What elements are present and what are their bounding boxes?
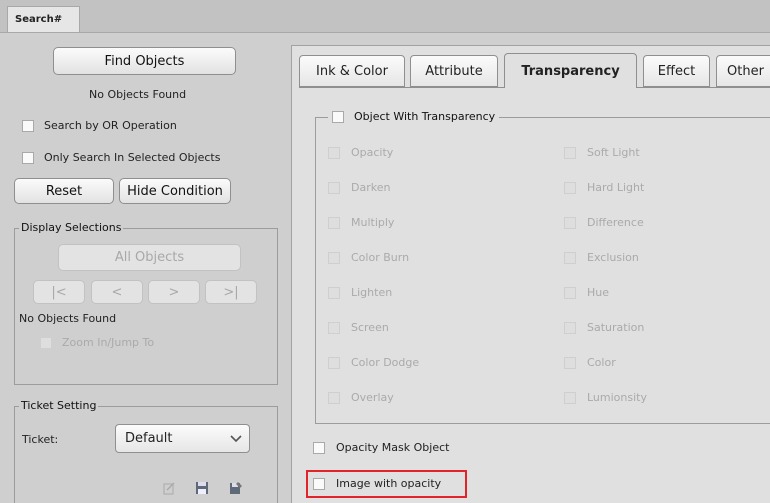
blend-mode-label: Exclusion — [587, 251, 639, 264]
blend-mode-checkbox[interactable] — [328, 147, 340, 159]
tab-strip — [0, 0, 770, 33]
blend-mode-label: Hard Light — [587, 181, 645, 194]
blend-mode-checkbox[interactable] — [328, 182, 340, 194]
blend-mode-checkbox[interactable] — [564, 287, 576, 299]
blend-mode-checkbox[interactable] — [564, 217, 576, 229]
blend-mode-label: Lighten — [351, 286, 393, 299]
blend-mode-label: Hue — [587, 286, 610, 299]
opacity-mask-checkbox[interactable] — [313, 442, 325, 454]
opacity-mask-label: Opacity Mask Object — [336, 441, 450, 454]
blend-mode-checkbox[interactable] — [564, 392, 576, 404]
zoom-checkbox[interactable] — [40, 337, 52, 349]
blend-mode-checkbox[interactable] — [328, 392, 340, 404]
ticket-setting-title: Ticket Setting — [19, 399, 99, 412]
display-status: No Objects Found — [19, 312, 117, 325]
blend-mode-label: Color Burn — [351, 251, 410, 264]
image-opacity-checkbox[interactable] — [313, 478, 325, 490]
nav-last-button[interactable]: >| — [205, 280, 257, 304]
object-transparency-label: Object With Transparency — [354, 110, 496, 123]
blend-mode-checkbox[interactable] — [564, 182, 576, 194]
blend-mode-checkbox[interactable] — [328, 322, 340, 334]
or-operation-label: Search by OR Operation — [44, 119, 177, 132]
tab-ink-color[interactable]: Ink & Color — [299, 55, 405, 87]
blend-mode-checkbox[interactable] — [328, 357, 340, 369]
tab-transparency[interactable]: Transparency — [504, 53, 637, 88]
blend-mode-label: Difference — [587, 216, 644, 229]
blend-mode-label: Color Dodge — [351, 356, 420, 369]
tab-underline-left — [299, 87, 504, 88]
edit-ticket-icon[interactable] — [162, 481, 176, 495]
ticket-select-value: Default — [125, 431, 173, 446]
blend-mode-checkbox[interactable] — [564, 322, 576, 334]
tab-search[interactable]: Search# — [7, 6, 80, 32]
ticket-select[interactable]: Default — [115, 424, 250, 453]
blend-mode-checkbox[interactable] — [564, 252, 576, 264]
chevron-down-icon — [230, 435, 242, 443]
all-objects-button[interactable]: All Objects — [58, 244, 241, 271]
object-transparency-group — [315, 117, 770, 424]
nav-first-button[interactable]: |< — [33, 280, 85, 304]
tab-underline-right — [637, 87, 770, 88]
blend-mode-label: Multiply — [351, 216, 395, 229]
blend-mode-label: Lumionsity — [587, 391, 647, 404]
hide-condition-button[interactable]: Hide Condition — [119, 178, 231, 204]
blend-mode-checkbox[interactable] — [564, 357, 576, 369]
blend-mode-label: Color — [587, 356, 616, 369]
object-transparency-checkbox[interactable] — [332, 110, 344, 123]
nav-next-button[interactable]: > — [148, 280, 200, 304]
or-operation-checkbox[interactable] — [22, 120, 34, 132]
tab-other[interactable]: Other — [716, 55, 770, 87]
save-as-icon[interactable] — [229, 481, 243, 495]
image-opacity-label: Image with opacity — [336, 477, 442, 490]
blend-mode-label: Darken — [351, 181, 391, 194]
blend-mode-label: Soft Light — [587, 146, 640, 159]
zoom-label: Zoom In/Jump To — [62, 336, 155, 349]
ticket-label: Ticket: — [22, 433, 59, 446]
display-selections-title: Display Selections — [19, 221, 124, 234]
tab-effect[interactable]: Effect — [643, 55, 710, 87]
only-selected-checkbox[interactable] — [22, 152, 34, 164]
tab-attribute[interactable]: Attribute — [410, 55, 498, 87]
only-selected-label: Only Search In Selected Objects — [44, 151, 221, 164]
nav-prev-button[interactable]: < — [91, 280, 143, 304]
blend-mode-label: Screen — [351, 321, 389, 334]
find-objects-button[interactable]: Find Objects — [53, 47, 236, 75]
blend-mode-label: Saturation — [587, 321, 645, 334]
blend-mode-label: Opacity — [351, 146, 394, 159]
save-icon[interactable] — [195, 481, 209, 495]
blend-mode-checkbox[interactable] — [564, 147, 576, 159]
reset-button[interactable]: Reset — [14, 178, 114, 204]
blend-mode-checkbox[interactable] — [328, 217, 340, 229]
search-status: No Objects Found — [89, 88, 187, 101]
blend-mode-label: Overlay — [351, 391, 394, 404]
object-transparency-header: Object With Transparency — [328, 110, 500, 123]
blend-mode-checkbox[interactable] — [328, 252, 340, 264]
blend-mode-checkbox[interactable] — [328, 287, 340, 299]
